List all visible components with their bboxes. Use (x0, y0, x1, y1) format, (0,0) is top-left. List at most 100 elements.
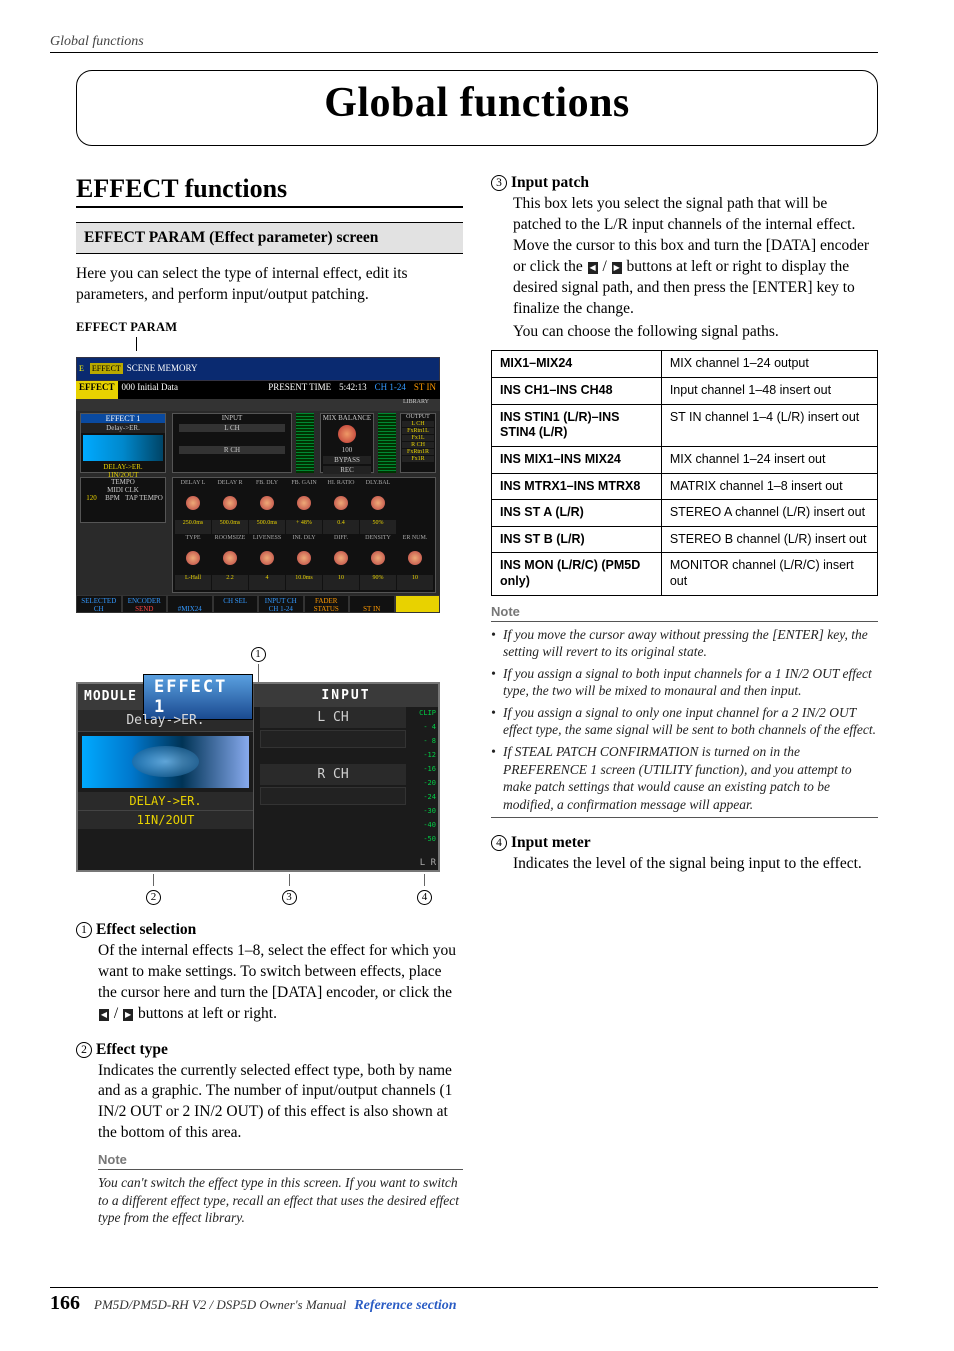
output-header: OUTPUT (401, 414, 435, 420)
detail-screenshot: MODULE EFFECT 1 Delay->ER. DELAY->ER. 1I… (76, 682, 440, 872)
table-row: INS MIX1–INS MIX24MIX channel 1–24 inser… (492, 446, 878, 473)
param-value: 10 (397, 575, 433, 590)
param-header: TYPE (175, 535, 211, 550)
params-grid: DELAY L DELAY R FB. DLY FB. GAIN HI. RAT… (172, 477, 436, 593)
param-knob[interactable] (223, 496, 237, 510)
param-value: 500.0ms (212, 520, 248, 535)
module-title: EFFECT 1 (81, 414, 165, 423)
input-lch[interactable]: L CH (179, 424, 285, 432)
chsel: CH SEL (213, 595, 259, 613)
output-meter-mini (378, 413, 396, 473)
input-ch: INPUT CHCH 1-24 (258, 595, 304, 613)
param-header: FB. GAIN (286, 480, 322, 495)
detail-empty[interactable] (260, 787, 406, 805)
tempo-midi[interactable]: MIDI CLK (81, 486, 165, 494)
right-arrow-icon[interactable]: ▶ (612, 262, 622, 274)
param-header: DENSITY (360, 535, 396, 550)
page-number: 166 (50, 1292, 80, 1315)
item-effect-type: 2Effect type Indicates the currently sel… (76, 1041, 463, 1227)
param-knob[interactable] (260, 551, 274, 565)
output-row[interactable]: FxRtn1L (402, 428, 434, 434)
library-button[interactable]: LIBRARY (394, 399, 438, 409)
table-row: INS ST B (L/R)STEREO B channel (L/R) ins… (492, 526, 878, 553)
scene-text: 000 Initial Data (118, 381, 182, 399)
param-value: L-Hall (175, 575, 211, 590)
output-row[interactable]: R CH (402, 442, 434, 448)
param-knob[interactable] (408, 551, 422, 565)
param-header: INI. DLY (286, 535, 322, 550)
param-knob[interactable] (223, 551, 237, 565)
output-row[interactable]: FxRtn1R (402, 449, 434, 455)
param-knob[interactable] (297, 496, 311, 510)
input-rch[interactable]: R CH (179, 446, 285, 454)
detail-screenshot-wrap: 1 MODULE EFFECT 1 Delay->ER. DELAY->ER. … (76, 645, 440, 905)
stin-bottom: ST IN (349, 595, 395, 613)
effect-param-screenshot: E EFFECT SCENE MEMORY EFFECT 000 Initial… (76, 357, 440, 613)
note-body: You can't switch the effect type in this… (98, 1174, 463, 1227)
tempo-panel: TEMPO MIDI CLK 120 BPM TAP TEMPO (80, 477, 166, 523)
table-row: INS ST A (L/R)STEREO A channel (L/R) ins… (492, 500, 878, 527)
item-body: Of the internal effects 1–8, select the … (98, 941, 463, 1025)
item-title: Input meter (511, 834, 591, 851)
param-knob[interactable] (186, 496, 200, 510)
effect-name-yellow: DELAY->ER. (78, 792, 253, 811)
bypass-button[interactable]: BYPASS (323, 456, 371, 464)
table-row: INS CH1–INS CH48Input channel 1–48 inser… (492, 378, 878, 405)
param-header: ROOMSIZE (212, 535, 248, 550)
param-knob[interactable] (371, 551, 385, 565)
rec-button[interactable]: REC (323, 466, 371, 474)
left-arrow-icon[interactable]: ◀ (588, 262, 598, 274)
input-meter-mini (296, 413, 314, 473)
left-arrow-icon[interactable]: ◀ (99, 1009, 109, 1021)
param-knob[interactable] (371, 496, 385, 510)
tap-tempo[interactable]: TAP TEMPO (123, 494, 165, 502)
running-head: Global functions (50, 34, 878, 53)
chapter-title-box: Global functions (76, 70, 878, 146)
table-row: INS MTRX1–INS MTRX8MATRIX channel 1–8 in… (492, 473, 878, 500)
output-row[interactable]: L CH (402, 421, 434, 427)
ch-link: CH 1-24 (371, 381, 410, 399)
screen-tabs (76, 399, 440, 411)
mix: #MIX24 (167, 595, 213, 613)
note-list: If you move the cursor away without pres… (491, 626, 878, 813)
param-value: 500.0ms (249, 520, 285, 535)
detail-lch[interactable]: L CH (260, 707, 406, 728)
mix-balance-knob[interactable] (338, 425, 356, 443)
present-time-label: PRESENT TIME (264, 381, 335, 399)
param-header: DELAY R (212, 480, 248, 495)
param-header: HI. RATIO (323, 480, 359, 495)
param-knob[interactable] (334, 551, 348, 565)
param-knob[interactable] (297, 551, 311, 565)
note-heading: Note (491, 604, 878, 619)
detail-empty[interactable] (260, 730, 406, 748)
table-row: INS MON (L/R/C) (PM5D only)MONITOR chann… (492, 553, 878, 595)
param-knob[interactable] (334, 496, 348, 510)
param-knob[interactable] (186, 551, 200, 565)
param-knob[interactable] (260, 496, 274, 510)
module-graphic (83, 435, 163, 461)
output-row[interactable]: Fx1R (402, 456, 434, 462)
detail-input-header: INPUT (254, 684, 438, 707)
section-title: EFFECT functions (76, 174, 463, 208)
table-row: INS STIN1 (L/R)–INS STIN4 (L/R)ST IN cha… (492, 404, 878, 446)
note-item: If you assign a signal to only one input… (491, 704, 878, 739)
output-row[interactable]: Fx1L (402, 435, 434, 441)
caption-tick (136, 337, 137, 351)
time-value: 5:42:13 (335, 381, 371, 399)
module-effect-label: DELAY->ER. (81, 463, 165, 471)
param-value: 90% (360, 575, 396, 590)
param-header: FB. DLY (249, 480, 285, 495)
note-heading: Note (98, 1152, 463, 1167)
callout-4: 4 (417, 890, 432, 905)
item-input-meter: 4Input meter Indicates the level of the … (491, 834, 878, 875)
item-body-2: You can choose the following signal path… (513, 322, 878, 343)
intro-text: Here you can select the type of internal… (76, 264, 463, 306)
item-number: 2 (76, 1042, 92, 1058)
param-header: DIFF. (323, 535, 359, 550)
item-title: Effect selection (96, 921, 196, 938)
input-panel: INPUT L CH R CH (172, 413, 292, 473)
right-arrow-icon[interactable]: ▶ (123, 1009, 133, 1021)
module-label: MODULE (78, 689, 143, 704)
detail-rch[interactable]: R CH (260, 764, 406, 785)
param-header: ER NUM. (397, 535, 433, 550)
